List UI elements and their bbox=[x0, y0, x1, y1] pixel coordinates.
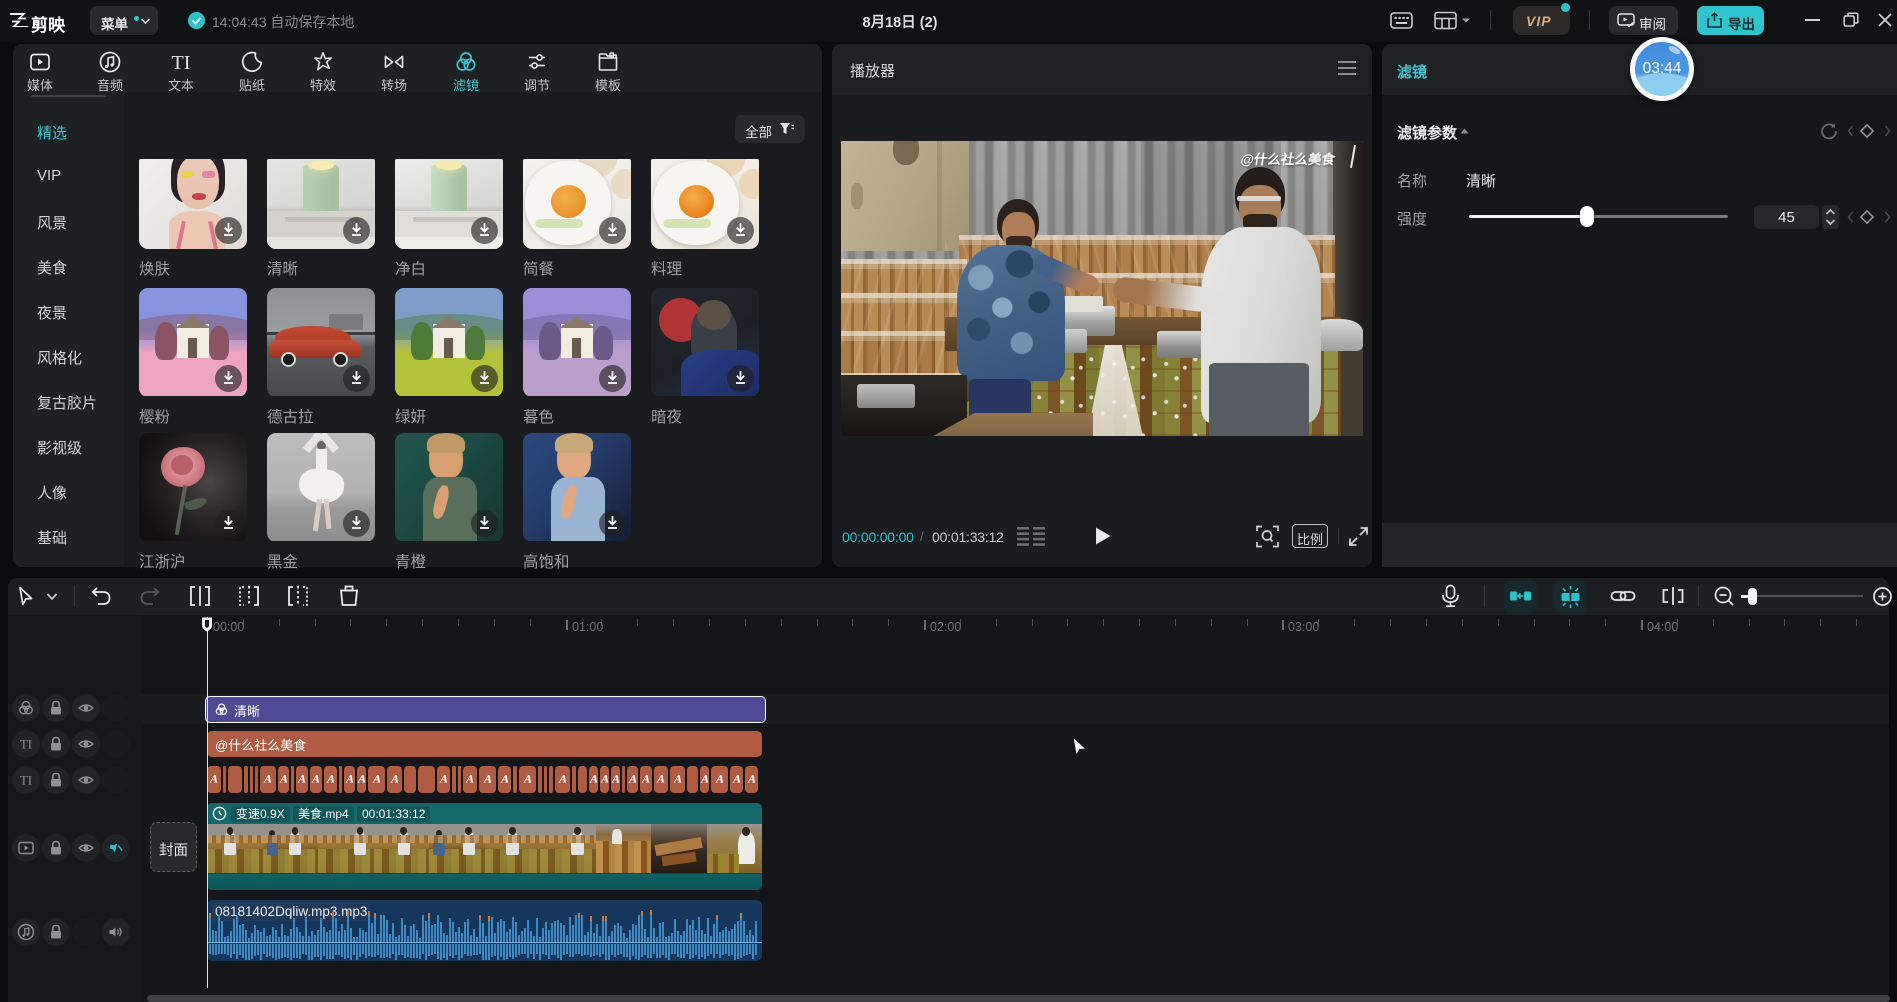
svg-text:TI: TI bbox=[20, 737, 32, 752]
svg-text:TI: TI bbox=[172, 52, 191, 74]
svg-text:TI: TI bbox=[20, 773, 32, 788]
